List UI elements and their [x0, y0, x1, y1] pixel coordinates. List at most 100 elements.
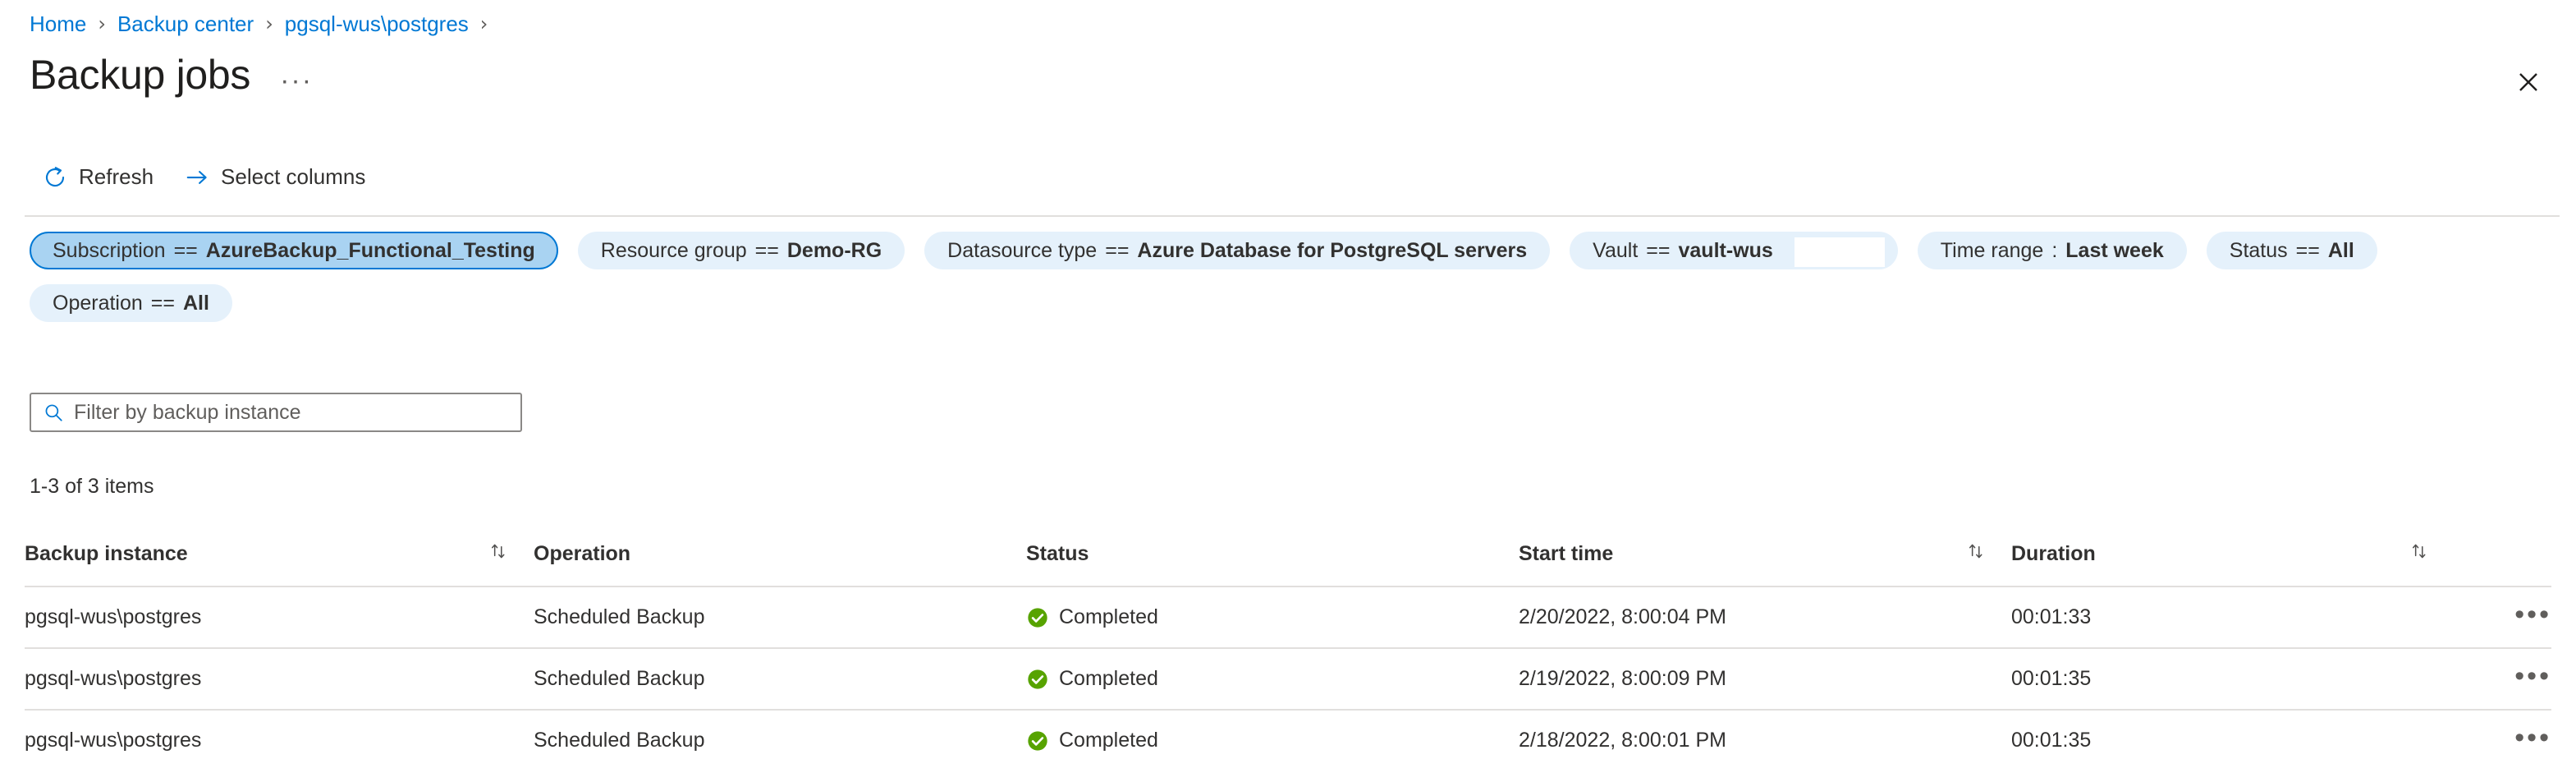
cell-status: Completed [1026, 648, 1519, 711]
filter-pill-operator: : [2051, 238, 2058, 262]
column-label: Duration [2011, 542, 2096, 565]
breadcrumb-separator-icon: › [98, 12, 106, 35]
cell-status: Completed [1026, 710, 1519, 759]
filter-pill-value: vault-wus [1678, 238, 1773, 262]
table-row[interactable]: pgsql-wus\postgres Scheduled Backup Comp… [25, 710, 2551, 759]
cell-backup-instance: pgsql-wus\postgres [25, 710, 534, 759]
breadcrumb-item-home[interactable]: Home [30, 12, 86, 36]
filter-pill-key: Resource group [600, 238, 747, 262]
filter-pill-key: Vault [1593, 238, 1639, 262]
filter-pill-vault[interactable]: Vault == vault-wus [1570, 232, 1898, 269]
filter-pill-value: Demo-RG [786, 238, 882, 262]
filter-pill-key: Operation [53, 291, 143, 315]
cell-start-time: 2/19/2022, 8:00:09 PM [1519, 648, 2011, 711]
filter-pill-vault-overlay [1794, 237, 1885, 267]
filter-pill-time-range[interactable]: Time range : Last week [1917, 232, 2187, 269]
column-header-start-time[interactable]: Start time [1519, 526, 2011, 587]
toolbar-divider [25, 215, 2560, 217]
filter-pill-operator: == [150, 291, 175, 315]
refresh-button[interactable]: Refresh [30, 158, 172, 196]
refresh-icon [43, 165, 67, 190]
cell-duration: 00:01:35 [2011, 710, 2455, 759]
filter-pill-operator: == [2295, 238, 2320, 262]
arrow-right-icon [185, 165, 209, 190]
row-context-menu-button[interactable]: ••• [2514, 600, 2551, 628]
filter-pill-value: Azure Database for PostgreSQL servers [1137, 238, 1528, 262]
cell-duration: 00:01:33 [2011, 586, 2455, 649]
status-label: Completed [1059, 667, 1158, 690]
table-row[interactable]: pgsql-wus\postgres Scheduled Backup Comp… [25, 648, 2551, 711]
filter-pill-key: Datasource type [947, 238, 1098, 262]
breadcrumb-separator-icon: › [265, 12, 273, 35]
filter-pill-key: Status [2229, 238, 2288, 262]
success-check-icon [1026, 668, 1049, 691]
column-label: Status [1026, 542, 1089, 565]
success-check-icon [1026, 606, 1049, 629]
filter-pill-datasource-type[interactable]: Datasource type == Azure Database for Po… [924, 232, 1551, 269]
refresh-label: Refresh [79, 164, 154, 189]
close-icon [2519, 73, 2537, 91]
search-icon [45, 404, 62, 421]
cell-start-time: 2/18/2022, 8:00:01 PM [1519, 710, 2011, 759]
column-header-duration[interactable]: Duration [2011, 526, 2455, 587]
filter-pill-value: Last week [2065, 238, 2164, 262]
close-button[interactable] [2505, 59, 2551, 105]
search-input[interactable] [74, 400, 509, 425]
filter-pill-operation[interactable]: Operation == All [30, 284, 232, 322]
filter-pill-key: Time range [1940, 238, 2044, 262]
cell-status: Completed [1026, 586, 1519, 649]
row-context-menu-button[interactable]: ••• [2514, 662, 2551, 690]
cell-row-actions[interactable]: ••• [2455, 710, 2551, 759]
cell-backup-instance: pgsql-wus\postgres [25, 648, 534, 711]
backup-jobs-blade: Home › Backup center › pgsql-wus\postgre… [0, 0, 2576, 759]
filter-pill-value: All [183, 291, 209, 315]
cell-row-actions[interactable]: ••• [2455, 648, 2551, 711]
row-context-menu-button[interactable]: ••• [2514, 724, 2551, 752]
cell-operation: Scheduled Backup [534, 586, 1026, 649]
sort-arrows-icon[interactable] [1965, 540, 1987, 568]
column-label: Backup instance [25, 542, 188, 565]
command-bar: Refresh Select columns [30, 158, 383, 196]
column-header-actions [2455, 526, 2551, 587]
column-header-backup-instance[interactable]: Backup instance [25, 526, 534, 587]
filter-pill-key: Subscription [53, 238, 166, 262]
filter-pill-operator: == [1646, 238, 1671, 262]
filter-pill-operator: == [173, 238, 198, 262]
status-label: Completed [1059, 729, 1158, 752]
filter-pill-status[interactable]: Status == All [2206, 232, 2377, 269]
column-header-status[interactable]: Status [1026, 526, 1519, 587]
backup-jobs-table: Backup instance Operation Status Start t… [25, 526, 2551, 759]
breadcrumb-separator-icon: › [479, 12, 488, 35]
page-title: Backup jobs [30, 52, 251, 98]
select-columns-button[interactable]: Select columns [172, 158, 383, 196]
table-header-row: Backup instance Operation Status Start t… [25, 526, 2551, 587]
column-label: Start time [1519, 542, 1614, 565]
column-label: Operation [534, 542, 631, 565]
status-label: Completed [1059, 605, 1158, 628]
sort-arrows-icon[interactable] [2409, 540, 2430, 568]
result-count: 1-3 of 3 items [30, 475, 154, 498]
filter-pill-value: AzureBackup_Functional_Testing [205, 238, 535, 262]
title-row: Backup jobs ··· [30, 51, 313, 99]
more-options-button[interactable]: ··· [280, 57, 313, 94]
filter-pill-operator: == [1105, 238, 1130, 262]
breadcrumb-item-backup-center[interactable]: Backup center [117, 12, 254, 36]
cell-duration: 00:01:35 [2011, 648, 2455, 711]
search-box[interactable] [30, 393, 522, 432]
success-check-icon [1026, 729, 1049, 752]
filter-pill-list: Subscription == AzureBackup_Functional_T… [30, 232, 2542, 322]
breadcrumb: Home › Backup center › pgsql-wus\postgre… [30, 12, 499, 36]
filter-pill-subscription[interactable]: Subscription == AzureBackup_Functional_T… [30, 232, 558, 269]
cell-row-actions[interactable]: ••• [2455, 586, 2551, 649]
table-row[interactable]: pgsql-wus\postgres Scheduled Backup Comp… [25, 586, 2551, 649]
breadcrumb-item-pgsql-wus-postgres[interactable]: pgsql-wus\postgres [285, 12, 469, 36]
sort-arrows-icon[interactable] [488, 540, 509, 568]
cell-operation: Scheduled Backup [534, 648, 1026, 711]
filter-pill-value: All [2327, 238, 2354, 262]
column-header-operation[interactable]: Operation [534, 526, 1026, 587]
select-columns-label: Select columns [221, 164, 366, 189]
filter-pill-resource-group[interactable]: Resource group == Demo-RG [577, 232, 905, 269]
cell-backup-instance: pgsql-wus\postgres [25, 586, 534, 649]
cell-start-time: 2/20/2022, 8:00:04 PM [1519, 586, 2011, 649]
filter-pill-operator: == [754, 238, 779, 262]
